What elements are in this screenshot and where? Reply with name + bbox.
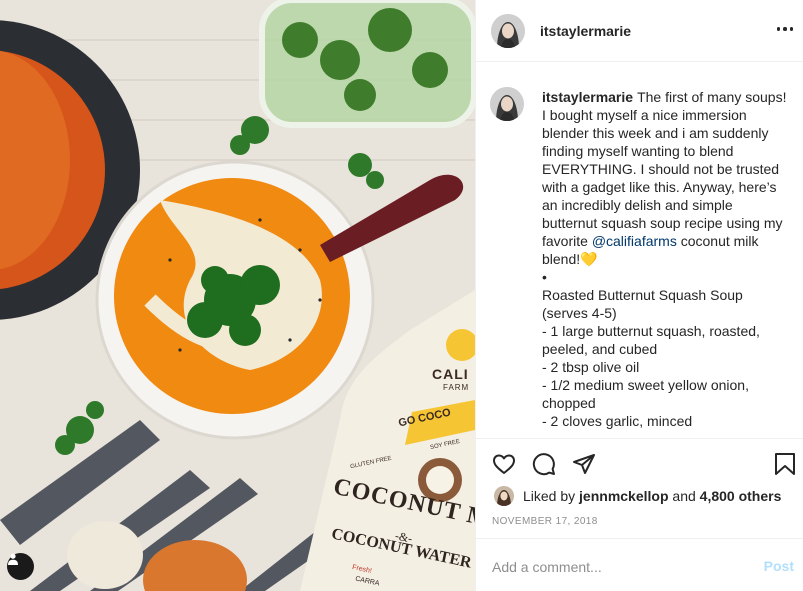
liked-by-prefix: Liked by — [523, 488, 576, 504]
avatar-portrait-icon — [494, 486, 514, 506]
avatar-portrait-icon — [491, 13, 525, 48]
caption-blend-line: blend! — [542, 251, 581, 267]
comment-button[interactable] — [531, 451, 557, 477]
recipe-line: Roasted Butternut Squash Soup — [542, 287, 743, 303]
post-date[interactable]: NOVEMBER 17, 2018 — [492, 516, 598, 527]
caption-author-avatar[interactable] — [490, 87, 524, 121]
likes-count[interactable]: 4,800 others — [700, 488, 782, 504]
recipe-line: (serves 4-5) — [542, 305, 617, 321]
yellow-heart-emoji: 💛 — [580, 251, 598, 267]
caption-text-line: EVERYTHING. I should not be trusted — [542, 161, 780, 177]
bottle-brand-text: CALI — [432, 366, 469, 382]
post-caption: itstaylermarie The first of many soups! I… — [542, 88, 800, 430]
recipe-line: - 2 cloves garlic, minced — [542, 413, 693, 429]
heart-icon — [493, 454, 515, 474]
more-options-button[interactable] — [775, 20, 795, 38]
recipe-line: - 1 large butternut squash, roasted, — [542, 323, 760, 339]
like-button[interactable] — [491, 451, 517, 477]
paper-plane-icon — [573, 454, 595, 474]
more-horizontal-icon — [776, 27, 781, 31]
caption-text-line: blender this week and i am suddenly — [542, 125, 769, 141]
recipe-line: - 1/2 medium sweet yellow onion, — [542, 377, 749, 393]
bottle-farms-text: FARM — [443, 383, 470, 392]
caption-text-line: The first of many soups! — [637, 89, 787, 105]
caption-text-line: finding myself wanting to blend — [542, 143, 734, 159]
caption-text-line: an incredibly delish and simple — [542, 197, 733, 213]
likes-summary: Liked by jennmckellop and 4,800 others — [494, 486, 781, 506]
recipe-line: - 2 tbsp olive oil — [542, 359, 640, 375]
liked-by-user[interactable]: jennmckellop — [579, 488, 668, 504]
post-photo[interactable]: CALI FARM GO COCO SOY FREE GLUTEN FREE C… — [0, 0, 475, 591]
caption-favorite-suffix: coconut milk — [680, 233, 759, 249]
avatar-portrait-icon — [490, 87, 524, 121]
caption-bullet: • — [542, 269, 547, 285]
caption-text-line: with a gadget like this. Anyway, here’s — [542, 179, 777, 195]
post-header: itstaylermarie — [476, 0, 803, 62]
user-tags-button[interactable] — [7, 553, 34, 580]
caption-text-line: I bought myself a nice immersion — [542, 107, 747, 123]
author-avatar[interactable] — [491, 13, 525, 48]
post-sidebar: itstaylermarie itstaylermarie The first o… — [475, 0, 803, 591]
comments-section[interactable]: itstaylermarie The first of many soups! I… — [476, 63, 803, 438]
caption-favorite-prefix: favorite — [542, 233, 588, 249]
author-username[interactable]: itstaylermarie — [540, 23, 631, 39]
caption-text-line: butternut squash soup recipe using my — [542, 215, 783, 231]
liker-avatar[interactable] — [494, 486, 514, 506]
share-button[interactable] — [571, 451, 597, 477]
recipe-line: chopped — [542, 395, 596, 411]
recipe-line: peeled, and cubed — [542, 341, 658, 357]
bookmark-icon — [775, 453, 795, 475]
person-icon — [8, 553, 18, 565]
comment-bubble-icon — [532, 453, 555, 476]
mention-link[interactable]: @califiafarms — [592, 233, 677, 249]
save-button[interactable] — [772, 451, 798, 477]
add-comment-bar: Post — [476, 538, 803, 591]
caption-username[interactable]: itstaylermarie — [542, 89, 633, 105]
post-actions: Liked by jennmckellop and 4,800 others N… — [476, 438, 803, 591]
comment-input[interactable] — [492, 558, 742, 575]
post-comment-button[interactable]: Post — [764, 558, 794, 574]
liked-by-connector: and — [672, 488, 696, 504]
